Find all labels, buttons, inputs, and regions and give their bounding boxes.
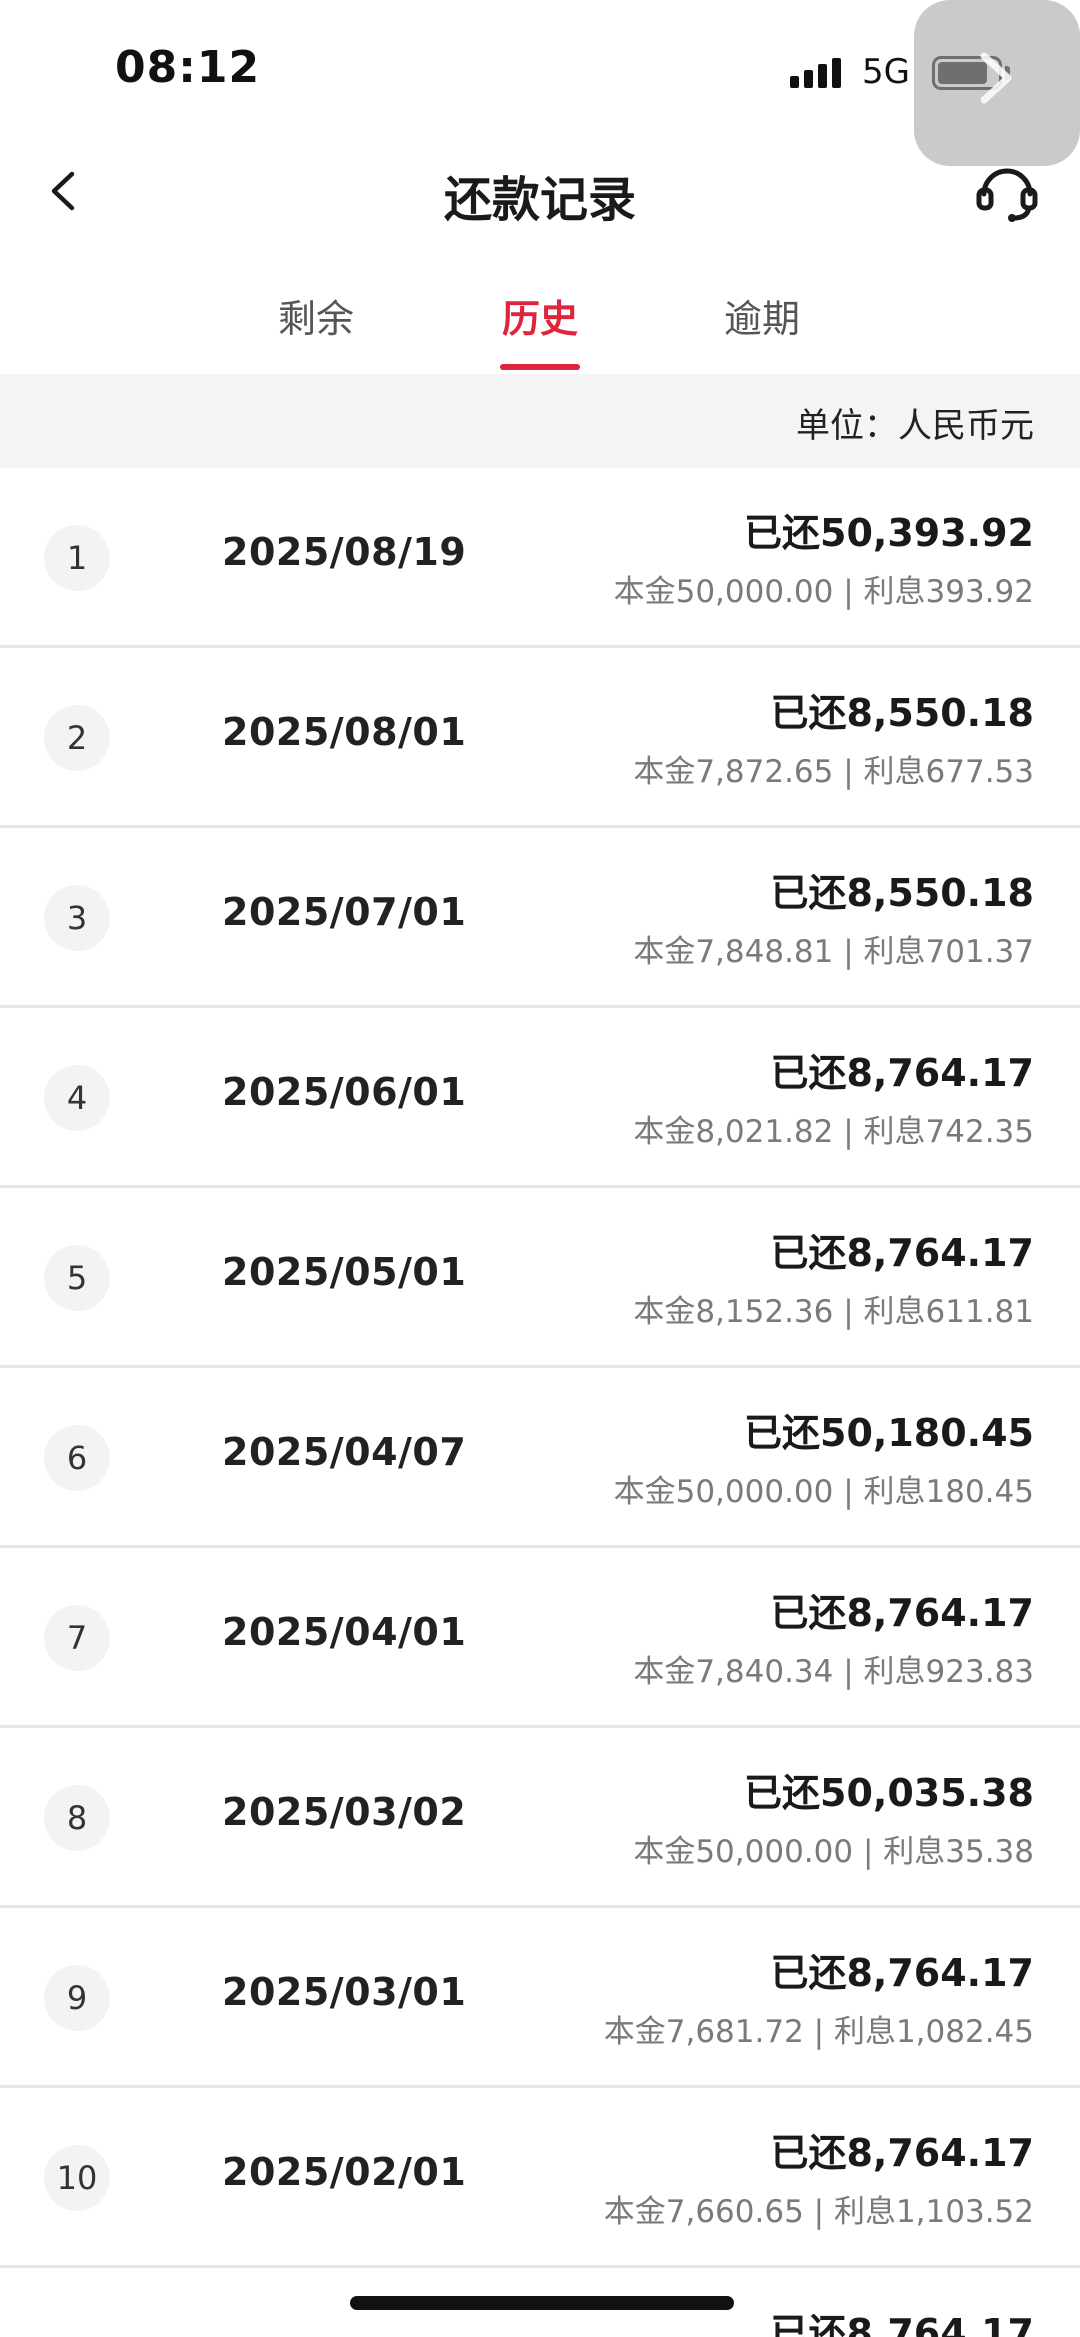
record-principal-interest: 本金7,840.34 | 利息923.83 bbox=[633, 1654, 1034, 1690]
record-row[interactable]: 4 2025/06/01 已还8,764.17 本金8,021.82 | 利息7… bbox=[0, 1008, 1080, 1188]
network-type: 5G bbox=[862, 52, 910, 92]
record-date: 2025/05/01 bbox=[222, 1250, 467, 1294]
record-row[interactable]: 7 2025/04/01 已还8,764.17 本金7,840.34 | 利息9… bbox=[0, 1548, 1080, 1728]
record-index: 8 bbox=[44, 1785, 110, 1851]
record-paid-amount: 已还50,180.45 bbox=[744, 1411, 1034, 1455]
record-paid-amount: 已还50,035.38 bbox=[744, 1771, 1034, 1815]
record-date: 2025/07/01 bbox=[222, 890, 467, 934]
repayment-record-list: 1 2025/08/19 已还50,393.92 本金50,000.00 | 利… bbox=[0, 468, 1080, 2337]
tab-overdue[interactable]: 逾期 bbox=[682, 288, 842, 343]
record-principal-interest: 本金50,000.00 | 利息180.45 bbox=[613, 1474, 1034, 1510]
record-row[interactable]: 5 2025/05/01 已还8,764.17 本金8,152.36 | 利息6… bbox=[0, 1188, 1080, 1368]
record-paid-amount: 已还8,764.17 bbox=[770, 2131, 1034, 2175]
record-index: 1 bbox=[44, 525, 110, 591]
record-paid-amount: 已还50,393.92 bbox=[744, 511, 1034, 555]
record-paid-amount: 已还8,764.17 bbox=[770, 1591, 1034, 1635]
record-principal-interest: 本金7,660.65 | 利息1,103.52 bbox=[603, 2194, 1034, 2230]
record-paid-amount: 已还8,764.17 bbox=[770, 1231, 1034, 1275]
record-date: 2025/03/02 bbox=[222, 1790, 467, 1834]
page-title: 还款记录 bbox=[443, 172, 636, 228]
unit-label: 单位：人民币元 bbox=[796, 406, 1034, 446]
record-principal-interest: 本金7,872.65 | 利息677.53 bbox=[633, 754, 1034, 790]
record-date: 2025/06/01 bbox=[222, 1070, 467, 1114]
record-row[interactable]: 8 2025/03/02 已还50,035.38 本金50,000.00 | 利… bbox=[0, 1728, 1080, 1908]
status-time: 08:12 bbox=[115, 42, 261, 93]
record-paid-amount: 已还8,550.18 bbox=[770, 871, 1034, 915]
record-index: 3 bbox=[44, 885, 110, 951]
record-date: 2025/04/07 bbox=[222, 1430, 467, 1474]
record-index: 9 bbox=[44, 1965, 110, 2031]
record-paid-amount: 已还8,764.17 bbox=[770, 1951, 1034, 1995]
record-index: 7 bbox=[44, 1605, 110, 1671]
customer-service-headset-icon[interactable] bbox=[972, 156, 1042, 226]
record-date: 2025/08/01 bbox=[222, 710, 467, 754]
record-index: 6 bbox=[44, 1425, 110, 1491]
tab-remaining[interactable]: 剩余 bbox=[236, 288, 396, 343]
record-paid-amount: 已还8,764.17 bbox=[770, 2311, 1034, 2337]
signal-icon bbox=[790, 58, 841, 88]
tab-bar: 剩余 历史 逾期 bbox=[0, 270, 1080, 372]
record-principal-interest: 本金50,000.00 | 利息35.38 bbox=[633, 1834, 1034, 1870]
unit-bar: 单位：人民币元 bbox=[0, 374, 1080, 468]
record-date: 2025/08/19 bbox=[222, 530, 467, 574]
record-row[interactable]: 1 2025/08/19 已还50,393.92 本金50,000.00 | 利… bbox=[0, 468, 1080, 648]
record-row[interactable]: 3 2025/07/01 已还8,550.18 本金7,848.81 | 利息7… bbox=[0, 828, 1080, 1008]
record-principal-interest: 本金8,152.36 | 利息611.81 bbox=[633, 1294, 1034, 1330]
chevron-right-icon bbox=[980, 52, 1012, 104]
record-row[interactable]: 2 2025/08/01 已还8,550.18 本金7,872.65 | 利息6… bbox=[0, 648, 1080, 828]
record-date: 2025/02/01 bbox=[222, 2150, 467, 2194]
record-index: 4 bbox=[44, 1065, 110, 1131]
record-row[interactable]: 6 2025/04/07 已还50,180.45 本金50,000.00 | 利… bbox=[0, 1368, 1080, 1548]
record-index: 5 bbox=[44, 1245, 110, 1311]
record-index: 10 bbox=[44, 2145, 110, 2211]
tab-history[interactable]: 历史 bbox=[460, 288, 620, 343]
nav-header: 还款记录 bbox=[0, 140, 1080, 240]
record-principal-interest: 本金7,681.72 | 利息1,082.45 bbox=[603, 2014, 1034, 2050]
record-index: 2 bbox=[44, 705, 110, 771]
record-row[interactable]: 9 2025/03/01 已还8,764.17 本金7,681.72 | 利息1… bbox=[0, 1908, 1080, 2088]
record-paid-amount: 已还8,764.17 bbox=[770, 1051, 1034, 1095]
record-row[interactable]: 10 2025/02/01 已还8,764.17 本金7,660.65 | 利息… bbox=[0, 2088, 1080, 2268]
home-indicator[interactable] bbox=[350, 2296, 734, 2310]
active-tab-indicator bbox=[500, 364, 580, 370]
record-principal-interest: 本金50,000.00 | 利息393.92 bbox=[613, 574, 1034, 610]
record-principal-interest: 本金8,021.82 | 利息742.35 bbox=[633, 1114, 1034, 1150]
record-date: 2025/04/01 bbox=[222, 1610, 467, 1654]
record-principal-interest: 本金7,848.81 | 利息701.37 bbox=[633, 934, 1034, 970]
record-date: 2025/03/01 bbox=[222, 1970, 467, 2014]
record-paid-amount: 已还8,550.18 bbox=[770, 691, 1034, 735]
